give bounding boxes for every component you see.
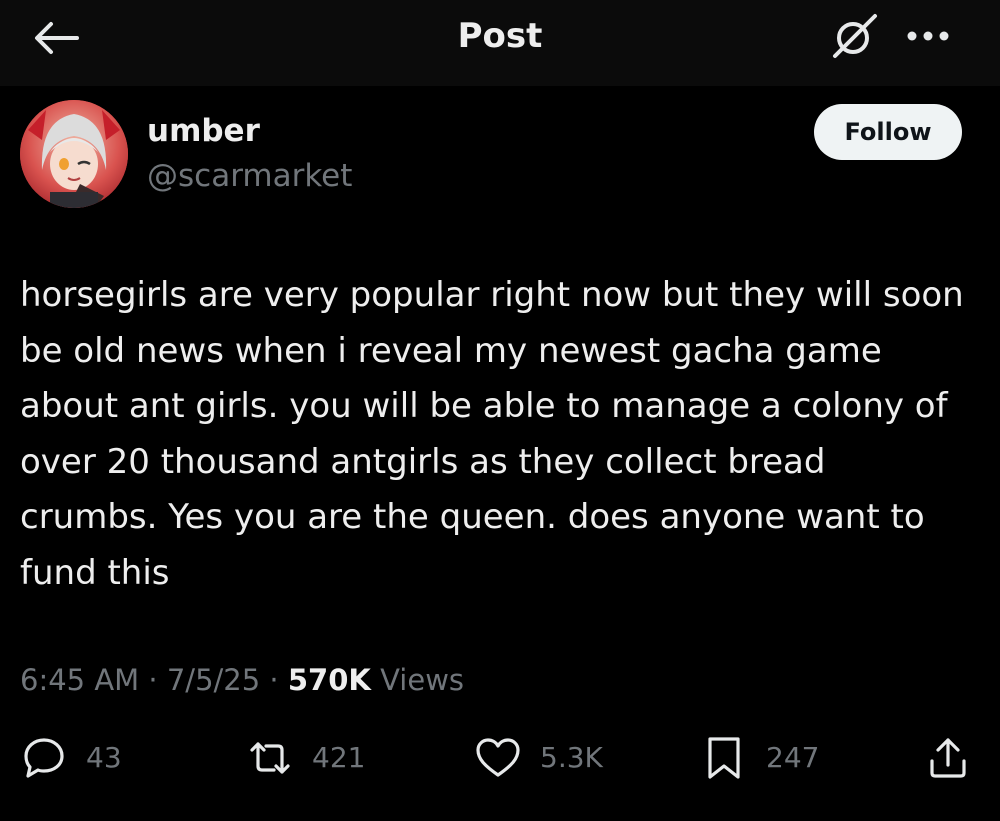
- grok-icon: [833, 14, 877, 58]
- bookmark-button[interactable]: 247: [700, 734, 819, 782]
- post-time[interactable]: 6:45 AM: [20, 663, 139, 697]
- share-icon: [924, 734, 972, 782]
- post-text: horsegirls are very popular right now bu…: [20, 275, 964, 593]
- grok-button[interactable]: [826, 10, 884, 62]
- more-dots-icon: [907, 31, 949, 41]
- views-count[interactable]: 570K: [288, 663, 371, 697]
- post-date[interactable]: 7/5/25: [167, 663, 260, 697]
- post-meta: 6:45 AM · 7/5/25 · 570K Views: [20, 660, 464, 700]
- repost-icon: [246, 734, 294, 782]
- author-handle[interactable]: @scarmarket: [147, 156, 352, 196]
- repost-count: 421: [312, 741, 366, 774]
- views-label: Views: [370, 663, 465, 697]
- meta-separator: ·: [139, 663, 167, 697]
- avatar[interactable]: [20, 100, 128, 208]
- reply-icon: [20, 734, 68, 782]
- bookmark-icon: [700, 734, 748, 782]
- top-bar: Post: [0, 0, 1000, 86]
- bookmark-count: 247: [766, 741, 820, 774]
- avatar-image: [20, 100, 128, 208]
- meta-separator: ·: [260, 663, 288, 697]
- share-button[interactable]: [924, 734, 972, 782]
- author-name[interactable]: umber: [147, 111, 260, 151]
- reply-button[interactable]: 43: [20, 734, 122, 782]
- more-button[interactable]: [902, 18, 954, 54]
- follow-button[interactable]: Follow: [814, 104, 962, 160]
- like-button[interactable]: 5.3K: [474, 734, 603, 782]
- reply-count: 43: [86, 741, 122, 774]
- heart-icon: [474, 734, 522, 782]
- like-count: 5.3K: [540, 741, 603, 774]
- repost-button[interactable]: 421: [246, 734, 365, 782]
